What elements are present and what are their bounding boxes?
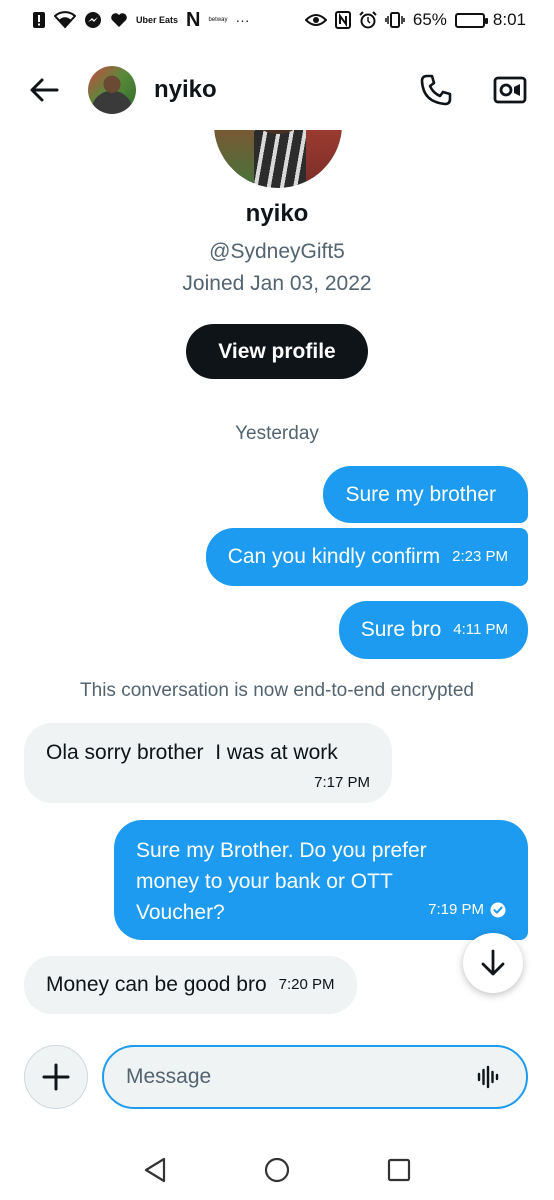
vibrate-icon bbox=[385, 11, 405, 29]
scroll-to-bottom-button[interactable] bbox=[463, 933, 523, 993]
wifi-6-icon bbox=[54, 11, 76, 29]
chat-header: nyiko bbox=[0, 50, 554, 130]
status-bar-left: Uber Eats N betway ··· bbox=[32, 9, 250, 32]
encryption-notice: This conversation is now end-to-end encr… bbox=[80, 680, 474, 701]
message-time: 7:17 PM bbox=[314, 774, 370, 791]
status-bar-right: 65% 8:01 bbox=[304, 10, 526, 30]
nav-back-button[interactable] bbox=[138, 1153, 172, 1187]
message-meta: 7:19 PM bbox=[428, 896, 506, 924]
battery-icon bbox=[454, 12, 488, 28]
check-circle-icon bbox=[490, 902, 506, 918]
header-name[interactable]: nyiko bbox=[154, 76, 217, 104]
system-nav-bar bbox=[0, 1140, 554, 1200]
message-text: Sure my brother bbox=[345, 482, 496, 506]
alarm-icon bbox=[359, 11, 377, 29]
message-composer[interactable] bbox=[102, 1045, 528, 1109]
netflix-app-icon: N bbox=[186, 8, 201, 31]
message-bubble-received[interactable]: Ola sorry brother I was at work 7:17 PM bbox=[24, 723, 392, 803]
arrow-down-icon bbox=[481, 949, 505, 976]
message-time: 7:20 PM bbox=[278, 976, 335, 993]
message-bubble-sent[interactable]: Sure bro 4:11 PM bbox=[338, 601, 528, 659]
nav-home-button[interactable] bbox=[260, 1153, 294, 1187]
day-separator: Yesterday bbox=[235, 423, 319, 444]
voice-message-button[interactable] bbox=[474, 1062, 504, 1092]
messenger-icon bbox=[84, 11, 102, 29]
circle-home-icon bbox=[264, 1157, 290, 1183]
clock: 8:01 bbox=[492, 10, 526, 29]
status-bar: Uber Eats N betway ··· 65% 8:01 bbox=[0, 0, 554, 40]
message-bubble-sent[interactable]: Sure my Brother. Do you prefer money to … bbox=[114, 820, 528, 940]
call-button[interactable] bbox=[416, 70, 456, 110]
profile-joined-date: Joined Jan 03, 2022 bbox=[182, 272, 372, 295]
profile-name: nyiko bbox=[245, 200, 309, 227]
video-call-button[interactable] bbox=[490, 70, 530, 110]
eye-comfort-icon bbox=[304, 13, 327, 27]
nfc-icon bbox=[334, 11, 351, 29]
video-camera-icon bbox=[493, 76, 527, 104]
nav-recents-button[interactable] bbox=[382, 1153, 416, 1187]
message-time: 7:19 PM bbox=[428, 901, 484, 918]
battery-percent: 65% bbox=[412, 10, 447, 29]
header-avatar[interactable] bbox=[88, 66, 136, 114]
triangle-back-icon bbox=[144, 1157, 166, 1183]
heart-icon bbox=[110, 12, 128, 28]
more-notifications-icon: ··· bbox=[235, 12, 250, 28]
alert-notification-icon bbox=[32, 11, 46, 29]
message-input[interactable] bbox=[126, 1065, 474, 1089]
message-time: 2:23 PM bbox=[452, 548, 508, 565]
view-profile-button[interactable]: View profile bbox=[186, 324, 368, 379]
phone-icon bbox=[420, 74, 452, 106]
betway-app-icon: betway bbox=[208, 17, 228, 23]
voice-waveform-icon bbox=[477, 1065, 499, 1089]
add-attachment-button[interactable] bbox=[24, 1045, 88, 1109]
back-arrow-icon bbox=[30, 78, 59, 102]
message-bubble-sent[interactable]: Can you kindly confirm 2:23 PM bbox=[205, 528, 528, 586]
plus-icon bbox=[42, 1063, 70, 1091]
message-text: Can you kindly confirm bbox=[227, 545, 441, 568]
message-text: Sure bro bbox=[360, 618, 442, 641]
message-time: 4:11 PM bbox=[453, 621, 508, 638]
uber-eats-app-icon: Uber Eats bbox=[136, 14, 179, 25]
square-recents-icon bbox=[387, 1158, 411, 1182]
profile-handle: @SydneyGift5 bbox=[209, 240, 345, 263]
message-text: Money can be good bro bbox=[46, 973, 267, 996]
header-actions bbox=[416, 70, 530, 110]
message-bubble-received[interactable]: Money can be good bro 7:20 PM bbox=[24, 956, 357, 1014]
message-bubble-sent[interactable]: Sure my brother bbox=[323, 466, 528, 523]
back-button[interactable] bbox=[24, 70, 64, 110]
message-text: Ola sorry brother I was at work bbox=[46, 741, 338, 764]
